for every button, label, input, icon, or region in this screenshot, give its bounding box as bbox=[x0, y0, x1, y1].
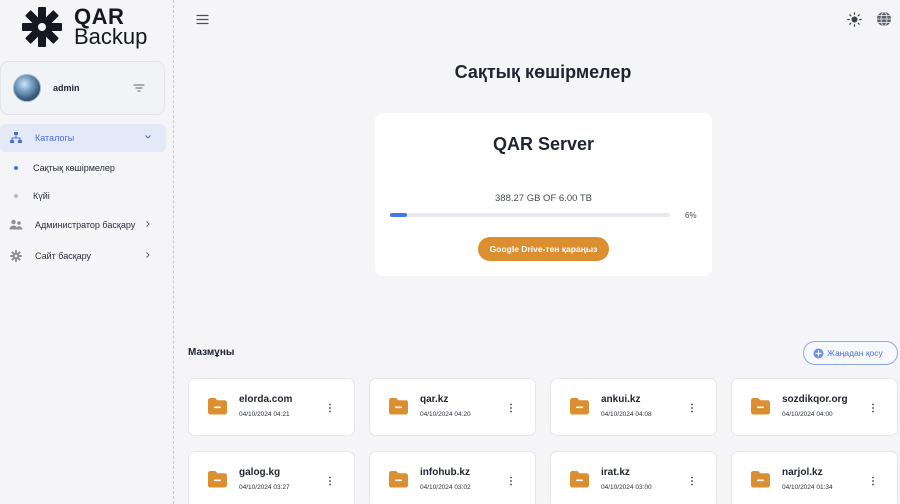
file-date: 04/10/2024 03:27 bbox=[239, 484, 290, 491]
add-new-label: Жаңадан қосу bbox=[827, 348, 883, 358]
more-options-icon[interactable] bbox=[871, 400, 875, 413]
folder-icon bbox=[388, 469, 409, 488]
globe-icon[interactable] bbox=[876, 11, 892, 27]
file-name: infohub.kz bbox=[420, 467, 470, 478]
folder-icon bbox=[207, 469, 228, 488]
file-name: sozdikqor.org bbox=[782, 394, 848, 405]
catalog-icon bbox=[10, 132, 22, 143]
brand-name-line2: Backup bbox=[74, 24, 148, 49]
sun-icon[interactable] bbox=[847, 12, 862, 27]
sidebar: QAR Backup admin Каталогы Сақтық көшірме… bbox=[0, 0, 174, 504]
file-card[interactable]: infohub.kz 04/10/2024 03:02 bbox=[369, 451, 536, 504]
add-new-button[interactable]: Жаңадан қосу bbox=[803, 341, 898, 365]
file-name: galog.kg bbox=[239, 467, 281, 478]
file-name: ankui.kz bbox=[601, 394, 641, 405]
filter-icon[interactable] bbox=[133, 83, 145, 93]
folder-icon bbox=[750, 396, 771, 415]
folder-icon bbox=[750, 469, 771, 488]
file-card[interactable]: elorda.com 04/10/2024 04:21 bbox=[188, 378, 355, 436]
menu-icon[interactable] bbox=[196, 14, 209, 25]
sidebar-item-site-settings[interactable]: Сайт басқару bbox=[0, 242, 166, 270]
chevron-right-icon bbox=[146, 221, 150, 227]
more-options-icon[interactable] bbox=[690, 400, 694, 413]
file-name: elorda.com bbox=[239, 394, 293, 405]
more-options-icon[interactable] bbox=[871, 473, 875, 486]
file-card[interactable]: narjol.kz 04/10/2024 01:34 bbox=[731, 451, 898, 504]
google-drive-button[interactable]: Google Drive-тен қараңыз bbox=[478, 237, 609, 261]
sidebar-item-catalogs[interactable]: Каталогы bbox=[0, 124, 166, 152]
file-date: 04/10/2024 04:20 bbox=[420, 411, 471, 418]
file-date: 04/10/2024 03:02 bbox=[420, 484, 471, 491]
folder-icon bbox=[207, 396, 228, 415]
more-options-icon[interactable] bbox=[328, 473, 332, 486]
file-date: 04/10/2024 04:00 bbox=[782, 411, 833, 418]
site-settings-icon bbox=[10, 250, 22, 262]
avatar bbox=[13, 74, 41, 102]
storage-usage: 388.27 GB OF 6.00 TB bbox=[495, 193, 592, 204]
contents-title: Мазмұны bbox=[188, 347, 235, 358]
bullet-icon bbox=[14, 194, 18, 198]
server-title: QAR Server bbox=[492, 134, 595, 154]
user-name: admin bbox=[53, 83, 80, 93]
sidebar-item-label: Каталогы bbox=[35, 133, 75, 143]
more-options-icon[interactable] bbox=[509, 473, 513, 486]
file-card[interactable]: qar.kz 04/10/2024 04:20 bbox=[369, 378, 536, 436]
more-options-icon[interactable] bbox=[509, 400, 513, 413]
more-options-icon[interactable] bbox=[328, 400, 332, 413]
admin-icon bbox=[9, 219, 23, 230]
server-card: QAR Server 388.27 GB OF 6.00 TB 6% Googl… bbox=[375, 113, 712, 276]
sidebar-subitem-status[interactable]: Күйі bbox=[0, 186, 166, 206]
file-card[interactable]: ankui.kz 04/10/2024 04:08 bbox=[550, 378, 717, 436]
file-card[interactable]: galog.kg 04/10/2024 03:27 bbox=[188, 451, 355, 504]
user-card[interactable]: admin bbox=[0, 61, 165, 115]
sidebar-item-admin[interactable]: Администратор басқару bbox=[0, 211, 166, 239]
file-date: 04/10/2024 04:21 bbox=[239, 411, 290, 418]
chevron-down-icon bbox=[145, 135, 151, 139]
storage-progress-bar bbox=[390, 213, 670, 217]
file-name: irat.kz bbox=[601, 467, 630, 478]
folder-icon bbox=[569, 396, 590, 415]
sidebar-item-label: Сайт басқару bbox=[35, 251, 92, 261]
file-card[interactable]: sozdikqor.org 04/10/2024 04:00 bbox=[731, 378, 898, 436]
file-card[interactable]: irat.kz 04/10/2024 03:00 bbox=[550, 451, 717, 504]
chevron-right-icon bbox=[146, 252, 150, 258]
sidebar-item-label: Администратор басқару bbox=[35, 220, 136, 230]
page-title: Сақтық көшірмелер bbox=[454, 62, 632, 82]
logo-mark-icon bbox=[22, 7, 62, 47]
folder-icon bbox=[569, 469, 590, 488]
folder-icon bbox=[388, 396, 409, 415]
plus-circle-icon bbox=[813, 348, 824, 358]
brand-logo[interactable]: QAR Backup bbox=[20, 4, 160, 50]
storage-percent: 6% bbox=[685, 211, 697, 220]
file-date: 04/10/2024 01:34 bbox=[782, 484, 833, 491]
file-date: 04/10/2024 03:00 bbox=[601, 484, 652, 491]
file-date: 04/10/2024 04:08 bbox=[601, 411, 652, 418]
sidebar-subitem-label: Күйі bbox=[33, 191, 50, 201]
storage-progress-fill bbox=[390, 213, 407, 217]
more-options-icon[interactable] bbox=[690, 473, 694, 486]
file-name: narjol.kz bbox=[782, 467, 823, 478]
bullet-icon bbox=[14, 166, 18, 170]
file-name: qar.kz bbox=[420, 394, 449, 405]
sidebar-subitem-backups[interactable]: Сақтық көшірмелер bbox=[0, 158, 166, 178]
sidebar-subitem-label: Сақтық көшірмелер bbox=[33, 163, 115, 173]
